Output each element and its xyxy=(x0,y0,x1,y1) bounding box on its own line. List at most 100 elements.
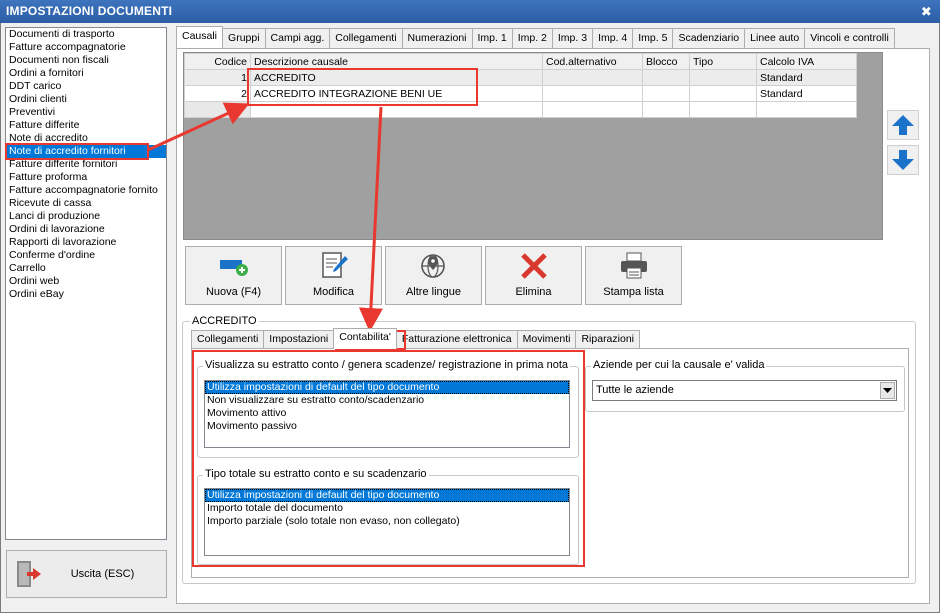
arrow-down-icon xyxy=(892,150,914,170)
list-item[interactable]: Ordini web xyxy=(6,275,166,288)
list-item[interactable]: Rapporti di lavorazione xyxy=(6,236,166,249)
list-item[interactable]: Fatture differite xyxy=(6,119,166,132)
cell-codice: 2 xyxy=(184,85,251,102)
list-option[interactable]: Importo parziale (solo totale non evaso,… xyxy=(205,515,569,528)
tipo-totale-legend: Tipo totale su estratto conto e su scade… xyxy=(203,468,429,480)
table-row-new[interactable] xyxy=(184,101,857,118)
arrow-up-icon xyxy=(892,115,914,135)
list-item[interactable]: Fatture accompagnatorie fornito xyxy=(6,184,166,197)
list-item[interactable]: Documenti di trasporto xyxy=(6,28,166,41)
list-item[interactable]: Ordini a fornitori xyxy=(6,67,166,80)
column-header-calcolo-iva[interactable]: Calcolo IVA xyxy=(756,53,857,70)
delete-button[interactable]: Elimina xyxy=(485,246,582,305)
cell-tipo xyxy=(689,69,757,86)
cell-descrizione: ACCREDITO xyxy=(250,69,543,86)
edit-document-icon xyxy=(286,247,381,285)
list-option[interactable]: Movimento attivo xyxy=(205,407,569,420)
list-item[interactable]: Carrello xyxy=(6,262,166,275)
tab-imp-2[interactable]: Imp. 2 xyxy=(511,28,553,48)
window-titlebar: IMPOSTAZIONI DOCUMENTI ✖ xyxy=(0,0,940,23)
cell-blocco xyxy=(642,85,690,102)
table-row[interactable]: 1 ACCREDITO Standard xyxy=(184,69,857,86)
delete-x-icon xyxy=(486,247,581,285)
tab-collegamenti[interactable]: Collegamenti xyxy=(191,330,265,349)
tab-vincoli-e-controlli[interactable]: Vincoli e controlli xyxy=(804,28,895,48)
new-button[interactable]: Nuova (F4) xyxy=(185,246,282,305)
tab-linee-auto[interactable]: Linee auto xyxy=(744,28,806,48)
column-header-cod-alternativo[interactable]: Cod.alternativo xyxy=(542,53,643,70)
tab-contabilita[interactable]: Contabilita' xyxy=(333,328,397,349)
causale-groupbox-title: ACCREDITO xyxy=(190,315,259,327)
tab-imp-4[interactable]: Imp. 4 xyxy=(592,28,634,48)
tab-imp-1[interactable]: Imp. 1 xyxy=(471,28,513,48)
tab-numerazioni[interactable]: Numerazioni xyxy=(401,28,473,48)
cell-blocco xyxy=(642,69,690,86)
cell-cod-alternativo xyxy=(542,85,643,102)
tab-riparazioni[interactable]: Riparazioni xyxy=(575,330,640,349)
causali-grid[interactable]: Codice Descrizione causale Cod.alternati… xyxy=(183,52,883,240)
tab-movimenti[interactable]: Movimenti xyxy=(516,330,577,349)
tab-gruppi[interactable]: Gruppi xyxy=(222,28,266,48)
globe-pin-icon xyxy=(386,247,481,285)
list-option[interactable]: Importo totale del documento xyxy=(205,502,569,515)
printer-icon xyxy=(586,247,681,285)
print-list-button[interactable]: Stampa lista xyxy=(585,246,682,305)
add-icon xyxy=(186,247,281,285)
column-header-descrizione[interactable]: Descrizione causale xyxy=(250,53,543,70)
list-option[interactable]: Utilizza impostazioni di default del tip… xyxy=(205,381,569,394)
list-item[interactable]: Lanci di produzione xyxy=(6,210,166,223)
tab-scadenziario[interactable]: Scadenziario xyxy=(672,28,746,48)
close-icon[interactable]: ✖ xyxy=(921,0,932,23)
list-option[interactable]: Non visualizzare su estratto conto/scade… xyxy=(205,394,569,407)
list-item[interactable]: Ordini di lavorazione xyxy=(6,223,166,236)
cell-descrizione: ACCREDITO INTEGRAZIONE BENI UE xyxy=(250,85,543,102)
edit-button[interactable]: Modifica xyxy=(285,246,382,305)
move-down-button[interactable] xyxy=(887,145,919,175)
visualizza-listbox[interactable]: Utilizza impostazioni di default del tip… xyxy=(204,380,570,448)
tab-imp-5[interactable]: Imp. 5 xyxy=(632,28,674,48)
list-item[interactable]: Conferme d'ordine xyxy=(6,249,166,262)
list-item[interactable]: Fatture accompagnatorie xyxy=(6,41,166,54)
list-item[interactable]: Ricevute di cassa xyxy=(6,197,166,210)
tab-impostazioni[interactable]: Impostazioni xyxy=(263,330,335,349)
cell-cod-alternativo xyxy=(542,69,643,86)
aziende-select[interactable]: Tutte le aziende xyxy=(592,380,897,401)
column-header-blocco[interactable]: Blocco xyxy=(642,53,690,70)
causale-tabs: Collegamenti Impostazioni Contabilita' Fatt… xyxy=(191,328,640,349)
list-item[interactable]: Fatture proforma xyxy=(6,171,166,184)
column-header-tipo[interactable]: Tipo xyxy=(689,53,757,70)
table-row[interactable]: 2 ACCREDITO INTEGRAZIONE BENI UE Standar… xyxy=(184,85,857,102)
list-option[interactable]: Movimento passivo xyxy=(205,420,569,433)
cell-calcolo-iva: Standard xyxy=(756,69,857,86)
edit-button-label: Modifica xyxy=(313,286,354,298)
list-option[interactable]: Utilizza impostazioni di default del tip… xyxy=(205,489,569,502)
list-item[interactable]: Preventivi xyxy=(6,106,166,119)
visualizza-legend: Visualizza su estratto conto / genera sc… xyxy=(203,359,570,371)
cell-codice: 1 xyxy=(184,69,251,86)
list-item[interactable]: Ordini clienti xyxy=(6,93,166,106)
list-item[interactable]: Ordini eBay xyxy=(6,288,166,301)
list-item[interactable]: DDT carico xyxy=(6,80,166,93)
column-header-codice[interactable]: Codice xyxy=(184,53,251,70)
aziende-select-value: Tutte le aziende xyxy=(596,384,674,396)
tab-imp-3[interactable]: Imp. 3 xyxy=(551,28,594,48)
new-button-label: Nuova (F4) xyxy=(205,286,262,298)
tab-causali[interactable]: Causali xyxy=(176,26,224,48)
tab-campi-agg[interactable]: Campi agg. xyxy=(264,28,331,48)
list-item[interactable]: Documenti non fiscali xyxy=(6,54,166,67)
list-item[interactable]: Note di accredito xyxy=(6,132,166,145)
move-up-button[interactable] xyxy=(887,110,919,140)
exit-button[interactable]: Uscita (ESC) xyxy=(6,550,167,598)
main-tabs: Causali Gruppi Campi agg. Collegamenti Numer… xyxy=(176,26,895,48)
document-type-list[interactable]: Documenti di trasporto Fatture accompagna… xyxy=(5,27,167,540)
exit-button-label: Uscita (ESC) xyxy=(70,568,135,580)
tipo-totale-listbox[interactable]: Utilizza impostazioni di default del tip… xyxy=(204,488,570,556)
tab-fatturazione-elettronica[interactable]: Fatturazione elettronica xyxy=(395,330,518,349)
tab-collegamenti[interactable]: Collegamenti xyxy=(329,28,403,48)
chevron-down-icon[interactable] xyxy=(880,382,895,399)
list-item[interactable]: Fatture differite fornitori xyxy=(6,158,166,171)
cell-tipo xyxy=(689,85,757,102)
other-languages-button[interactable]: Altre lingue xyxy=(385,246,482,305)
list-item[interactable]: Note di accredito fornitori xyxy=(6,145,166,158)
delete-button-label: Elimina xyxy=(515,286,552,298)
